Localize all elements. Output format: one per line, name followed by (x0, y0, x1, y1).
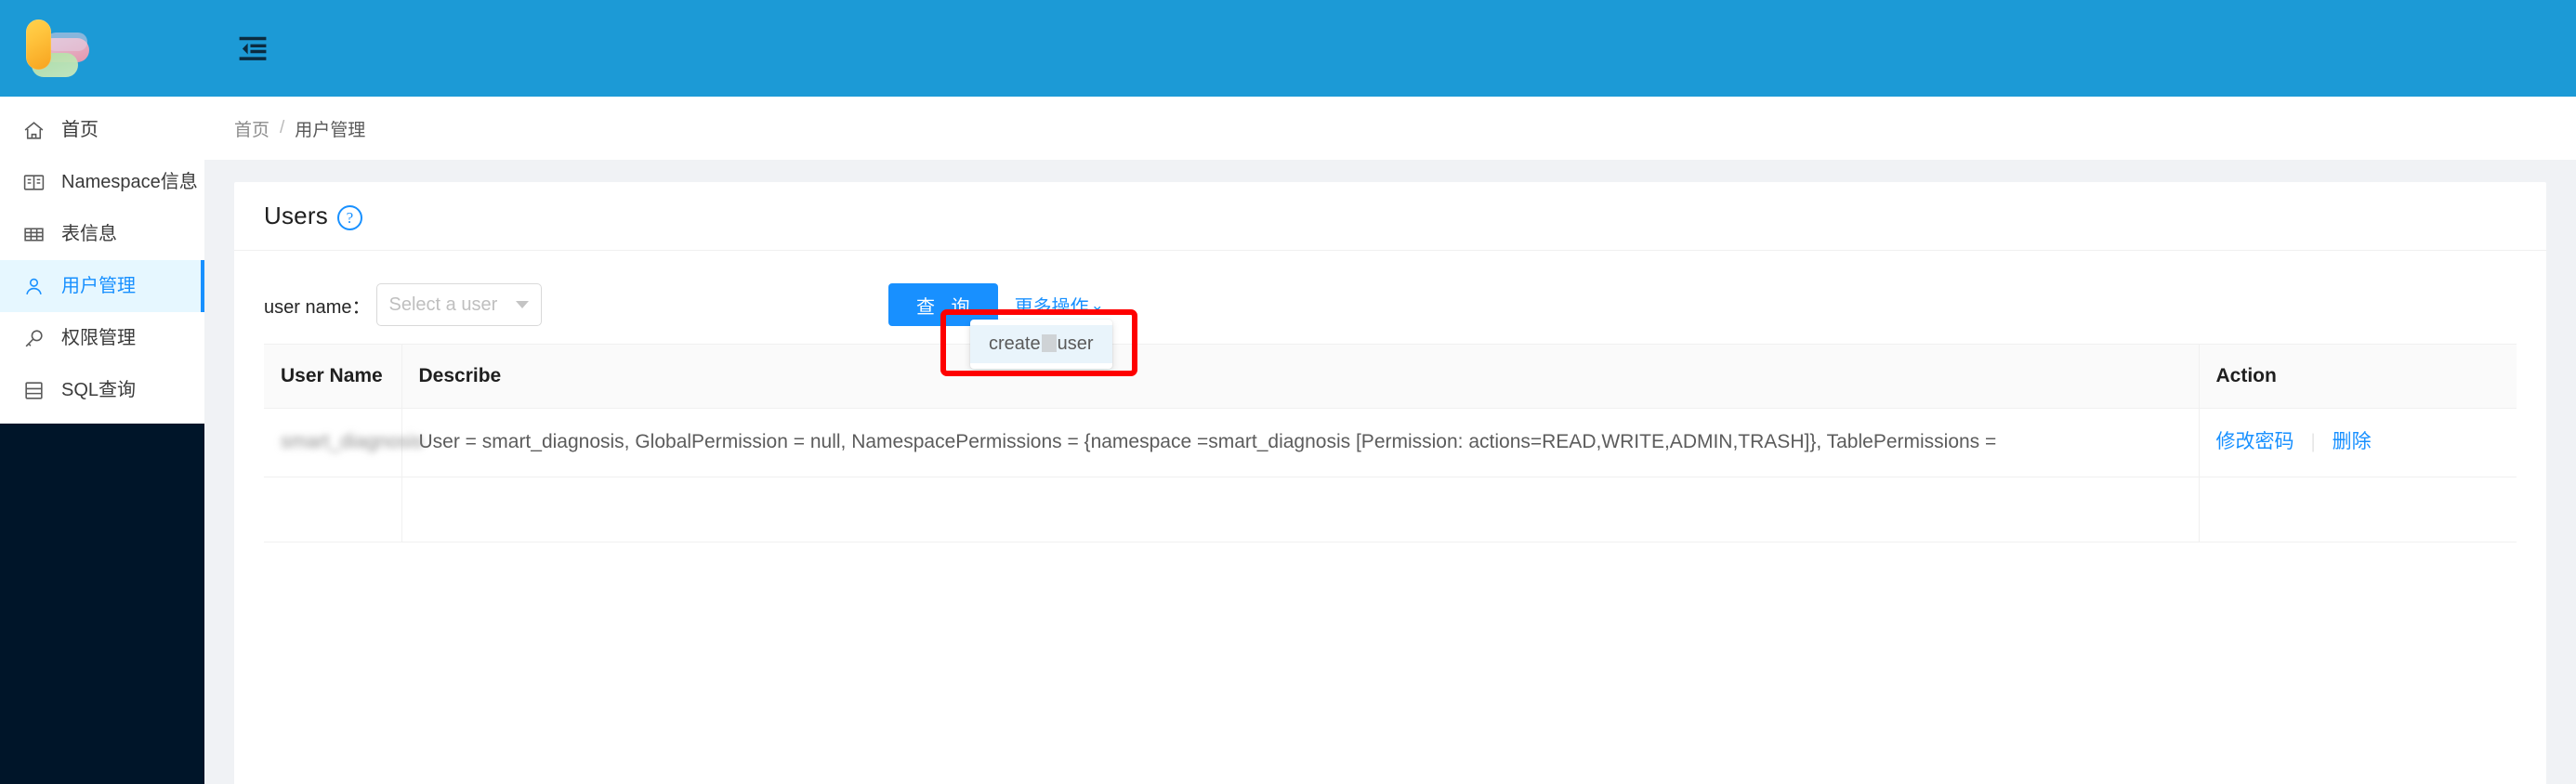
cell-describe (401, 477, 2200, 542)
change-password-link[interactable]: 修改密码 (2216, 431, 2294, 452)
cell-user-name: smart_diagnosis (264, 408, 423, 477)
cell-action: 修改密码 | 删除 (2199, 408, 2517, 477)
column-header-user-name: User Name (264, 344, 402, 409)
table-row: smart_diagnosis User = smart_diagnosis, … (264, 408, 2517, 477)
action-divider: | (2310, 431, 2316, 452)
sidebar-item-permission-management[interactable]: 权限管理 (0, 312, 204, 364)
sidebar-item-user-management[interactable]: 用户管理 (0, 260, 204, 312)
sidebar-item-label: SQL查询 (61, 380, 137, 400)
user-select-placeholder: Select a user (388, 294, 498, 315)
users-table: User Name Describe Action smart_diagnosi… (264, 344, 2517, 542)
user-icon (20, 273, 46, 299)
content-wrapper: Users ? user name： Select a user 查 询 更多操… (204, 160, 2576, 784)
sidebar-item-namespace[interactable]: Namespace信息 (0, 156, 204, 208)
table-body: smart_diagnosis User = smart_diagnosis, … (264, 408, 2517, 542)
logo-band (0, 0, 204, 97)
column-header-action: Action (2199, 344, 2517, 409)
sidebar-item-label: 权限管理 (61, 328, 136, 348)
breadcrumb-home[interactable]: 首页 (234, 116, 269, 141)
sidebar-item-sql-query[interactable]: SQL查询 (0, 364, 204, 416)
menu-item-label-prefix: create (989, 333, 1041, 354)
card-body: user name： Select a user 查 询 更多操作 ⌄ crea… (234, 251, 2546, 542)
database-cylinders-logo (22, 20, 91, 77)
breadcrumb-current: 用户管理 (295, 120, 366, 140)
sidebar-item-label: 用户管理 (61, 276, 136, 296)
key-icon (20, 325, 46, 351)
sidebar-menu: 首页 Namespace信息 表信息 用户管理 权限管理 SQL查询 (0, 97, 204, 424)
question-circle-icon[interactable]: ? (336, 205, 362, 230)
text-cursor-indicator (1041, 334, 1057, 352)
chevron-down-icon: ⌄ (1090, 295, 1104, 314)
logo-cylinder-orange (26, 20, 51, 70)
card-header: Users ? (234, 182, 2546, 251)
home-icon (20, 117, 46, 143)
cell-action (2199, 477, 2517, 542)
table-row (264, 477, 2517, 542)
sidebar-item-label: 表信息 (61, 224, 117, 244)
users-card: Users ? user name： Select a user 查 询 更多操… (234, 182, 2546, 784)
more-operations-dropdown-trigger[interactable]: 更多操作 ⌄ (1015, 292, 1104, 319)
breadcrumb-separator: / (280, 118, 285, 137)
table-head: User Name Describe Action (264, 344, 2517, 409)
user-name-label: user name： (264, 296, 371, 318)
top-header-bar (204, 0, 2576, 97)
sidebar: 首页 Namespace信息 表信息 用户管理 权限管理 SQL查询 (0, 0, 204, 784)
sidebar-item-label: Namespace信息 (61, 172, 198, 192)
breadcrumb: 首页 / 用户管理 (204, 97, 2576, 160)
filter-row: user name： Select a user 查 询 更多操作 ⌄ crea… (264, 279, 2517, 376)
book-icon (20, 169, 46, 195)
redacted-user-name: smart_diagnosis (281, 431, 423, 452)
server-icon (20, 377, 46, 403)
table-icon (20, 221, 46, 247)
page-title: Users (264, 202, 328, 229)
menu-item-label-suffix: user (1057, 333, 1094, 354)
user-select[interactable]: Select a user (375, 283, 542, 326)
chevron-down-icon (515, 301, 529, 308)
main-area: 首页 / 用户管理 Users ? user name： Select a us… (204, 0, 2576, 784)
more-operations-menu: create user (970, 320, 1112, 369)
table-header-row: User Name Describe Action (264, 344, 2517, 409)
delete-link[interactable]: 删除 (2333, 431, 2372, 452)
sidebar-item-home[interactable]: 首页 (0, 104, 204, 156)
logo-cylinder-plum (46, 33, 87, 51)
sidebar-item-label: 首页 (61, 120, 99, 140)
column-header-describe: Describe (401, 344, 2200, 409)
more-operations-label: 更多操作 (1014, 296, 1089, 318)
app-root: 首页 Namespace信息 表信息 用户管理 权限管理 SQL查询 首页 / … (0, 0, 2576, 784)
menu-fold-icon[interactable] (227, 22, 279, 74)
cell-describe: User = smart_diagnosis, GlobalPermission… (401, 408, 2200, 477)
sidebar-item-tables[interactable]: 表信息 (0, 208, 204, 260)
menu-item-create-user[interactable]: create user (970, 325, 1112, 363)
cell-user-name (264, 477, 402, 542)
